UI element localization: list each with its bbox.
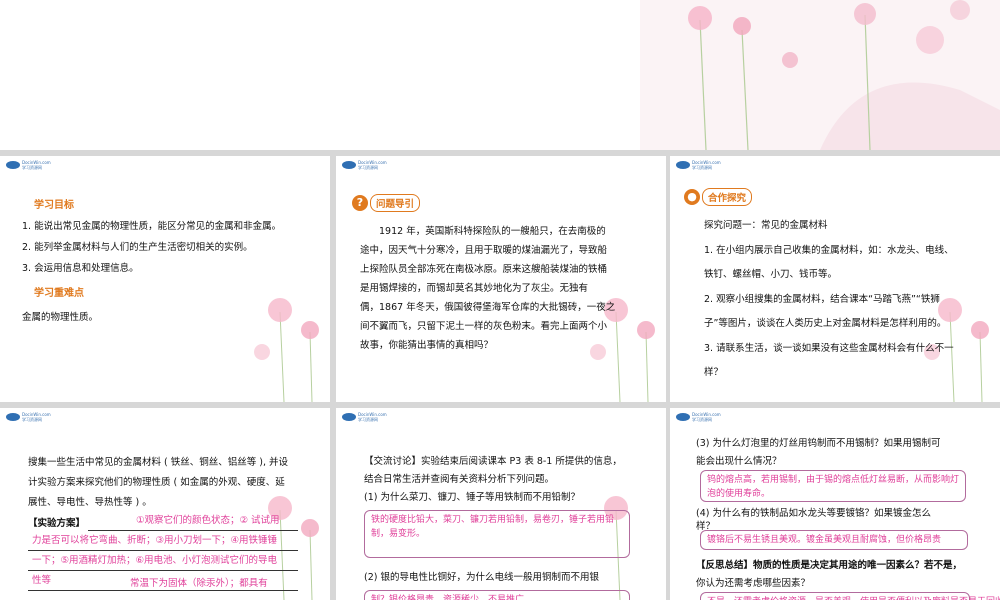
fill-line <box>88 530 298 531</box>
floral-decoration-top <box>640 0 1000 150</box>
conclusion-line: 常温下为固体（除汞外）；都具有 <box>130 578 268 589</box>
task-line: 计实验方案来探究他们的物理性质 ( 如金属的外观、硬度、延 <box>28 477 285 488</box>
logo-subtext: 学习资源网 <box>358 417 378 422</box>
answer-box-5: 不是，还需考虑价格资源、是否美观、使用是否便利以及废料是否易于回收 <box>700 592 1000 600</box>
plan-line-4: 性等 <box>32 575 52 586</box>
plan-label: 【实验方案】 <box>28 518 86 529</box>
floral-decoration <box>254 298 319 402</box>
inquiry-line: 1. 在小组内展示自己收集的金属材料，如：水龙头、电线、 <box>704 244 954 256</box>
heading-key-points: 学习重难点 <box>34 288 84 299</box>
story-line: 偶，1867 年冬天，俄国彼得堡海军仓库的大批锡砖，一夜之 <box>360 302 616 313</box>
heading-learning-goals: 学习目标 <box>34 200 74 211</box>
plan-line-2: 力是否可以将它弯曲、折断；③用小刀划一下；④用铁锤锤 <box>32 535 278 546</box>
task-text: 搜集一些生活中常见的金属材料 ( 铁丝、铜丝、铝丝等 ), 并设 计实验方案来探… <box>28 453 324 513</box>
inquiry-line: 2. 观察小组搜集的金属材料，结合课本“马踏飞燕”“铁狮 <box>704 293 940 305</box>
slide-cooperative-inquiry: DocinWin.com 学习资源网 ● 合作探究 探究问题一：常见的金属材料 1… <box>670 156 1000 402</box>
goal-2: 2. 能列举金属材料与人们的生产生活密切相关的实例。 <box>22 242 253 253</box>
story-text: 1912 年，英国斯科特探险队的一艘船只，在去南极的 途中，因天气十分寒冷，且用… <box>360 222 656 355</box>
slide-reflection: DocinWin.com 学习资源网 (3) 为什么灯泡里的灯丝用钨制而不用锡制？… <box>670 408 1000 600</box>
logo-subtext: 学习资源网 <box>692 417 712 422</box>
logo-subtext: 学习资源网 <box>22 417 42 422</box>
key-point: 金属的物理性质。 <box>22 312 99 323</box>
question-mark-icon: ? <box>352 195 368 211</box>
slide-discussion: DocinWin.com 学习资源网 【交流讨论】实验结束后阅读课本 P3 表 8… <box>336 408 666 600</box>
story-line: 1912 年，英国斯科特探险队的一艘船只，在去南极的 <box>379 226 606 237</box>
inquiry-line: 3. 请联系生活，谈一谈如果没有这些金属材料会有什么不一 <box>704 342 954 354</box>
inquiry-line: 样？ <box>704 367 724 378</box>
top-slide <box>0 0 1000 150</box>
discussion-intro: 【交流讨论】实验结束后阅读课本 P3 表 8-1 所提供的信息， <box>364 456 622 467</box>
logo: DocinWin.com 学习资源网 <box>342 412 387 422</box>
question-1: (1) 为什么菜刀、镰刀、锤子等用铁制而不用铅制？ <box>364 492 580 503</box>
logo-icon <box>342 413 356 421</box>
task-line: 搜集一些生活中常见的金属材料 ( 铁丝、铜丝、铝丝等 ), 并设 <box>28 457 289 468</box>
story-line: 间不翼而飞，只留下泥土一样的灰色粉末。看完上面两个小 <box>360 321 608 332</box>
discussion-intro-2: 结合日常生活并查阅有关资料分析下列问题。 <box>364 474 555 485</box>
story-line: 故事，你能猜出事情的真相吗？ <box>360 340 494 351</box>
logo: DocinWin.com 学习资源网 <box>6 160 51 170</box>
logo: DocinWin.com 学习资源网 <box>342 160 387 170</box>
inquiry-line: 子”等图片，谈谈在人类历史上对金属材料是怎样利用的。 <box>704 318 947 329</box>
logo-subtext: 学习资源网 <box>22 165 42 170</box>
reflection-question: 【反思总结】物质的性质是决定其用途的唯一因素么？若不是， <box>696 560 963 571</box>
goal-3: 3. 会运用信息和处理信息。 <box>22 263 139 274</box>
answer-box-3: 钨的熔点高，若用锡制，由于锡的熔点低灯丝易断，从而影响灯泡的使用寿命。 <box>700 470 966 502</box>
question-3: (3) 为什么灯泡里的灯丝用钨制而不用锡制？如果用锡制可 <box>696 438 941 449</box>
goal-1: 1. 能说出常见金属的物理性质，能区分常见的金属和非金属。 <box>22 221 282 232</box>
logo-subtext: 学习资源网 <box>358 165 378 170</box>
inquiry-line: 铁钉、螺丝帽、小刀、钱币等。 <box>704 269 838 280</box>
answer-box-1: 铁的硬度比铅大，菜刀、镰刀若用铅制，易卷刃，锤子若用铅制，易变形。 <box>364 510 630 558</box>
logo-icon <box>6 161 20 169</box>
slide-learning-goals: DocinWin.com 学习资源网 学习目标 1. 能说出常见金属的物理性质，能… <box>0 156 330 402</box>
question-3-cont: 能会出现什么情况？ <box>696 456 782 467</box>
badge-cooperative-inquiry: ● 合作探究 <box>684 188 753 206</box>
logo-icon <box>676 161 690 169</box>
badge-label: 问题导引 <box>370 194 421 212</box>
logo-icon <box>6 413 20 421</box>
story-line: 是用锡焊接的，而锡却莫名其妙地化为了灰尘。无独有 <box>360 283 589 294</box>
slide-question-intro: DocinWin.com 学习资源网 ? 问题导引 1912 年，英国斯科特探险队… <box>336 156 666 402</box>
plan-line-1: ①观察它们的颜色状态；② 试试用 <box>136 515 280 526</box>
logo: DocinWin.com 学习资源网 <box>6 412 51 422</box>
logo: DocinWin.com 学习资源网 <box>676 160 721 170</box>
reflection-question-cont: 你认为还需考虑哪些因素？ <box>696 578 811 589</box>
logo-icon <box>342 161 356 169</box>
question-2: (2) 银的导电性比铜好，为什么电线一般用铜制而不用银 <box>364 572 599 583</box>
logo-icon <box>676 413 690 421</box>
fill-line <box>28 550 298 551</box>
badge-question-intro: ? 问题导引 <box>352 194 421 212</box>
inquiry-line: 探究问题一：常见的金属材料 <box>704 220 828 231</box>
badge-label: 合作探究 <box>702 188 753 206</box>
story-line: 途中，因天气十分寒冷，且用于取暖的煤油漏光了，导致船 <box>360 245 608 256</box>
inquiry-text: 探究问题一：常见的金属材料 1. 在小组内展示自己收集的金属材料，如：水龙头、电… <box>704 214 994 386</box>
question-4: (4) 为什么有的铁制品如水龙头等要镀铬？如果镀金怎么 <box>696 508 931 519</box>
answer-box-2: 制？银价格昂贵，资源稀少，不易推广 <box>364 590 630 600</box>
answer-box-4: 镀铬后不易生锈且美观。镀金虽美观且耐腐蚀，但价格昂贵 <box>700 530 968 550</box>
logo-subtext: 学习资源网 <box>692 165 712 170</box>
slide-experiment-plan: DocinWin.com 学习资源网 搜集一些生活中常见的金属材料 ( 铁丝、铜丝… <box>0 408 330 600</box>
handshake-icon: ● <box>684 189 700 205</box>
fill-line <box>28 570 298 571</box>
logo: DocinWin.com 学习资源网 <box>676 412 721 422</box>
plan-line-3: 一下；⑤用酒精灯加热；⑥用电池、小灯泡测试它们的导电 <box>32 555 278 566</box>
task-line: 展性、导电性、导热性等 ) 。 <box>28 497 152 508</box>
story-line: 上探险队员全部冻死在南极冰原。原来这艘船装煤油的铁桶 <box>360 264 608 275</box>
